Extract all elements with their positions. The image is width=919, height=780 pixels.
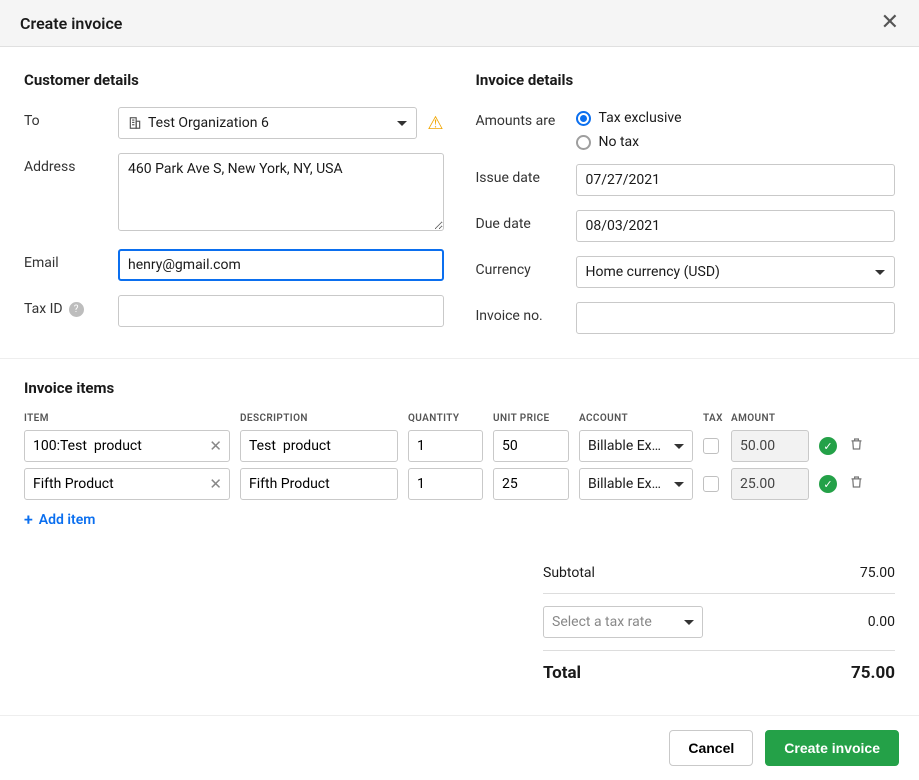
radio-no-tax[interactable]: No tax [576, 134, 896, 150]
header-tax: TAX [703, 413, 721, 424]
item-name-input[interactable] [24, 468, 230, 500]
help-icon[interactable]: ? [69, 302, 84, 317]
item-tax-checkbox[interactable] [703, 476, 719, 492]
delete-icon[interactable] [849, 474, 864, 494]
invoice-no-input[interactable] [576, 302, 896, 334]
invoice-section-title: Invoice details [476, 71, 896, 89]
item-row: ✕ Billable Ex… ✓ [24, 468, 895, 500]
tax-rate-select[interactable]: Select a tax rate [543, 606, 703, 638]
to-label: To [24, 107, 118, 129]
check-icon: ✓ [819, 475, 837, 493]
address-input[interactable] [118, 153, 444, 231]
item-tax-checkbox[interactable] [703, 438, 719, 454]
item-quantity-input[interactable] [408, 430, 483, 462]
clear-icon[interactable]: ✕ [209, 475, 222, 493]
item-name-input[interactable] [24, 430, 230, 462]
delete-icon[interactable] [849, 436, 864, 456]
cancel-button[interactable]: Cancel [669, 730, 753, 766]
currency-select[interactable]: Home currency (USD) [576, 256, 896, 288]
radio-tax-exclusive[interactable]: Tax exclusive [576, 110, 896, 126]
items-section-title: Invoice items [24, 379, 895, 397]
header-description: DESCRIPTION [240, 413, 398, 424]
item-description-input[interactable] [240, 430, 398, 462]
radio-label: No tax [599, 134, 640, 150]
item-quantity-input[interactable] [408, 468, 483, 500]
subtotal-row: Subtotal 75.00 [543, 553, 895, 593]
items-header-row: ITEM DESCRIPTION QUANTITY UNIT PRICE ACC… [24, 413, 895, 424]
item-account-select[interactable]: Billable Ex… [579, 468, 693, 500]
header-account: ACCOUNT [579, 413, 693, 424]
chevron-down-icon [875, 270, 885, 275]
clear-icon[interactable]: ✕ [209, 437, 222, 455]
to-value: Test Organization 6 [148, 115, 269, 131]
form-body: Customer details To Test Organization 6 … [0, 47, 919, 358]
item-amount-display [731, 430, 809, 462]
close-icon[interactable]: ✕ [881, 12, 899, 34]
item-account-value: Billable Ex… [588, 438, 661, 454]
item-unit-price-input[interactable] [493, 430, 569, 462]
issue-date-label: Issue date [476, 164, 576, 186]
dialog-title: Create invoice [20, 14, 122, 33]
item-account-value: Billable Ex… [588, 476, 661, 492]
tax-id-label: Tax ID ? [24, 295, 118, 317]
header-unit-price: UNIT PRICE [493, 413, 569, 424]
chevron-down-icon [674, 482, 684, 487]
tax-id-input[interactable] [118, 295, 444, 327]
customer-details-section: Customer details To Test Organization 6 … [24, 71, 444, 348]
total-value: 75.00 [851, 663, 895, 683]
tax-value: 0.00 [868, 614, 895, 630]
organization-icon [128, 116, 142, 130]
tax-rate-placeholder: Select a tax rate [552, 614, 652, 630]
add-item-label: Add item [39, 512, 96, 528]
radio-icon [576, 135, 591, 150]
currency-value: Home currency (USD) [586, 264, 720, 280]
radio-label: Tax exclusive [599, 110, 682, 126]
warning-icon: ⚠ [427, 113, 443, 134]
due-date-input[interactable] [576, 210, 896, 242]
subtotal-value: 75.00 [860, 565, 895, 581]
email-label: Email [24, 249, 118, 271]
item-description-input[interactable] [240, 468, 398, 500]
dialog-footer: Cancel Create invoice [0, 715, 919, 780]
header-quantity: QUANTITY [408, 413, 483, 424]
tax-row: Select a tax rate 0.00 [543, 593, 895, 650]
due-date-label: Due date [476, 210, 576, 232]
customer-section-title: Customer details [24, 71, 444, 89]
invoice-details-section: Invoice details Amounts are Tax exclusiv… [476, 71, 896, 348]
item-account-select[interactable]: Billable Ex… [579, 430, 693, 462]
radio-icon [576, 111, 591, 126]
item-unit-price-input[interactable] [493, 468, 569, 500]
totals-section: Subtotal 75.00 Select a tax rate 0.00 To… [543, 553, 895, 695]
total-label: Total [543, 663, 581, 683]
invoice-items-section: Invoice items ITEM DESCRIPTION QUANTITY … [0, 358, 919, 715]
chevron-down-icon [397, 121, 407, 126]
to-select[interactable]: Test Organization 6 [118, 107, 417, 139]
check-icon: ✓ [819, 437, 837, 455]
invoice-no-label: Invoice no. [476, 302, 576, 324]
chevron-down-icon [674, 444, 684, 449]
amounts-are-label: Amounts are [476, 107, 576, 129]
create-invoice-button[interactable]: Create invoice [765, 730, 899, 766]
item-row: ✕ Billable Ex… ✓ [24, 430, 895, 462]
header-amount: AMOUNT [731, 413, 809, 424]
email-input[interactable] [118, 249, 444, 281]
subtotal-label: Subtotal [543, 565, 595, 581]
currency-label: Currency [476, 256, 576, 278]
dialog-header: Create invoice ✕ [0, 0, 919, 47]
plus-icon: + [24, 510, 33, 529]
add-item-button[interactable]: + Add item [24, 510, 895, 529]
issue-date-input[interactable] [576, 164, 896, 196]
item-amount-display [731, 468, 809, 500]
address-label: Address [24, 153, 118, 175]
total-row: Total 75.00 [543, 650, 895, 695]
header-item: ITEM [24, 413, 230, 424]
chevron-down-icon [684, 620, 694, 625]
